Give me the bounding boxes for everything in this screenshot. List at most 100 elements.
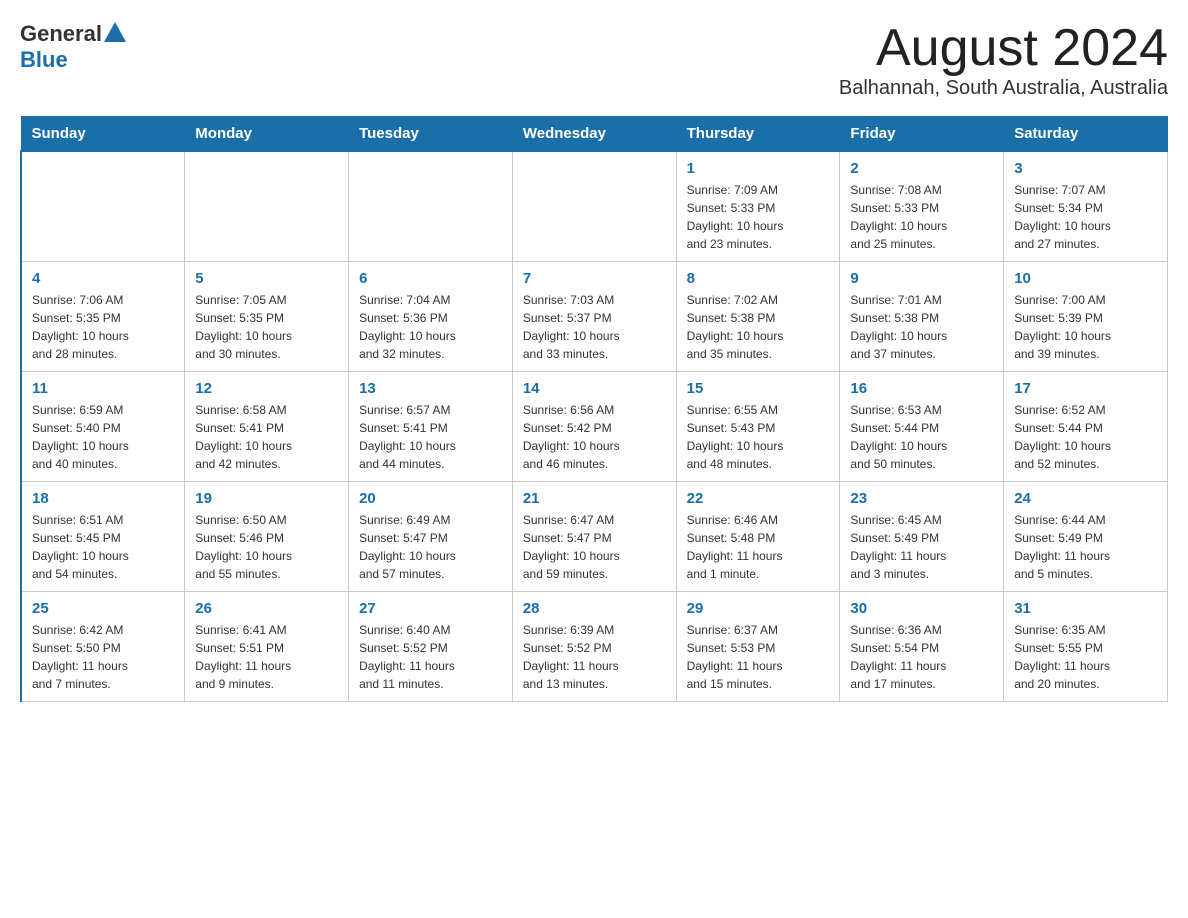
logo-blue-text: Blue <box>20 47 68 73</box>
calendar-cell: 17 Sunrise: 6:52 AM Sunset: 5:44 PM Dayli… <box>1004 372 1168 482</box>
day-number: 7 <box>523 270 666 287</box>
day-info: Sunrise: 6:59 AM Sunset: 5:40 PM Dayligh… <box>32 401 174 473</box>
calendar-cell: 31Sunrise: 6:35 AM Sunset: 5:55 PM Dayli… <box>1004 592 1168 702</box>
weekday-header-sunday: Sunday <box>21 117 185 152</box>
day-info: Sunrise: 6:57 AM Sunset: 5:41 PM Dayligh… <box>359 401 502 473</box>
day-info: Sunrise: 6:58 AM Sunset: 5:41 PM Dayligh… <box>195 401 338 473</box>
weekday-header-friday: Friday <box>840 117 1004 152</box>
calendar-title: August 2024 <box>839 20 1168 77</box>
calendar-cell: 3Sunrise: 7:07 AM Sunset: 5:34 PM Daylig… <box>1004 151 1168 262</box>
day-number: 15 <box>687 380 830 397</box>
day-number: 24 <box>1014 490 1157 507</box>
calendar-week-4: 18 Sunrise: 6:51 AM Sunset: 5:45 PM Dayli… <box>21 482 1168 592</box>
calendar-cell: 14Sunrise: 6:56 AM Sunset: 5:42 PM Dayli… <box>512 372 676 482</box>
weekday-header-tuesday: Tuesday <box>349 117 513 152</box>
calendar-cell <box>512 151 676 262</box>
calendar-cell: 22 Sunrise: 6:46 AM Sunset: 5:48 PM Dayli… <box>676 482 840 592</box>
calendar-cell: 10Sunrise: 7:00 AM Sunset: 5:39 PM Dayli… <box>1004 262 1168 372</box>
weekday-header-thursday: Thursday <box>676 117 840 152</box>
calendar-table: SundayMondayTuesdayWednesdayThursdayFrid… <box>20 116 1168 702</box>
day-info: Sunrise: 6:52 AM Sunset: 5:44 PM Dayligh… <box>1014 401 1157 473</box>
calendar-week-5: 25 Sunrise: 6:42 AM Sunset: 5:50 PM Dayli… <box>21 592 1168 702</box>
calendar-cell: 25 Sunrise: 6:42 AM Sunset: 5:50 PM Dayli… <box>21 592 185 702</box>
day-info: Sunrise: 6:46 AM Sunset: 5:48 PM Dayligh… <box>687 511 830 583</box>
day-info: Sunrise: 7:03 AM Sunset: 5:37 PM Dayligh… <box>523 291 666 363</box>
day-number: 29 <box>687 600 830 617</box>
day-info: Sunrise: 7:08 AM Sunset: 5:33 PM Dayligh… <box>850 181 993 253</box>
day-info: Sunrise: 7:09 AM Sunset: 5:33 PM Dayligh… <box>687 181 830 253</box>
day-info: Sunrise: 6:44 AM Sunset: 5:49 PM Dayligh… <box>1014 511 1157 583</box>
day-number: 26 <box>195 600 338 617</box>
day-info: Sunrise: 6:50 AM Sunset: 5:46 PM Dayligh… <box>195 511 338 583</box>
day-info: Sunrise: 6:41 AM Sunset: 5:51 PM Dayligh… <box>195 621 338 693</box>
day-info: Sunrise: 6:55 AM Sunset: 5:43 PM Dayligh… <box>687 401 830 473</box>
weekday-header-monday: Monday <box>185 117 349 152</box>
calendar-week-2: 4 Sunrise: 7:06 AM Sunset: 5:35 PM Daylig… <box>21 262 1168 372</box>
calendar-cell: 28Sunrise: 6:39 AM Sunset: 5:52 PM Dayli… <box>512 592 676 702</box>
day-info: Sunrise: 7:02 AM Sunset: 5:38 PM Dayligh… <box>687 291 830 363</box>
day-number: 16 <box>850 380 993 397</box>
day-info: Sunrise: 6:47 AM Sunset: 5:47 PM Dayligh… <box>523 511 666 583</box>
day-info: Sunrise: 7:00 AM Sunset: 5:39 PM Dayligh… <box>1014 291 1157 363</box>
day-number: 5 <box>195 270 338 287</box>
day-number: 19 <box>195 490 338 507</box>
calendar-cell: 18 Sunrise: 6:51 AM Sunset: 5:45 PM Dayli… <box>21 482 185 592</box>
day-number: 11 <box>32 380 174 397</box>
day-number: 20 <box>359 490 502 507</box>
weekday-header-wednesday: Wednesday <box>512 117 676 152</box>
day-info: Sunrise: 6:51 AM Sunset: 5:45 PM Dayligh… <box>32 511 174 583</box>
day-number: 31 <box>1014 600 1157 617</box>
calendar-cell: 15 Sunrise: 6:55 AM Sunset: 5:43 PM Dayli… <box>676 372 840 482</box>
day-info: Sunrise: 6:40 AM Sunset: 5:52 PM Dayligh… <box>359 621 502 693</box>
calendar-cell: 16 Sunrise: 6:53 AM Sunset: 5:44 PM Dayli… <box>840 372 1004 482</box>
logo-general-text: General <box>20 21 102 47</box>
calendar-header: SundayMondayTuesdayWednesdayThursdayFrid… <box>21 117 1168 152</box>
calendar-cell: 1Sunrise: 7:09 AM Sunset: 5:33 PM Daylig… <box>676 151 840 262</box>
day-info: Sunrise: 6:39 AM Sunset: 5:52 PM Dayligh… <box>523 621 666 693</box>
logo-triangle-icon <box>104 22 126 42</box>
calendar-cell: 19 Sunrise: 6:50 AM Sunset: 5:46 PM Dayli… <box>185 482 349 592</box>
day-number: 2 <box>850 160 993 177</box>
calendar-cell: 5Sunrise: 7:05 AM Sunset: 5:35 PM Daylig… <box>185 262 349 372</box>
day-number: 21 <box>523 490 666 507</box>
day-info: Sunrise: 6:53 AM Sunset: 5:44 PM Dayligh… <box>850 401 993 473</box>
calendar-cell <box>349 151 513 262</box>
day-number: 14 <box>523 380 666 397</box>
calendar-week-3: 11 Sunrise: 6:59 AM Sunset: 5:40 PM Dayli… <box>21 372 1168 482</box>
calendar-cell: 21 Sunrise: 6:47 AM Sunset: 5:47 PM Dayli… <box>512 482 676 592</box>
day-number: 8 <box>687 270 830 287</box>
day-info: Sunrise: 7:01 AM Sunset: 5:38 PM Dayligh… <box>850 291 993 363</box>
calendar-cell: 26 Sunrise: 6:41 AM Sunset: 5:51 PM Dayli… <box>185 592 349 702</box>
day-number: 9 <box>850 270 993 287</box>
calendar-cell: 30Sunrise: 6:36 AM Sunset: 5:54 PM Dayli… <box>840 592 1004 702</box>
calendar-cell: 29Sunrise: 6:37 AM Sunset: 5:53 PM Dayli… <box>676 592 840 702</box>
calendar-title-area: August 2024 Balhannah, South Australia, … <box>839 20 1168 100</box>
calendar-cell: 20Sunrise: 6:49 AM Sunset: 5:47 PM Dayli… <box>349 482 513 592</box>
day-number: 22 <box>687 490 830 507</box>
calendar-cell: 9 Sunrise: 7:01 AM Sunset: 5:38 PM Daylig… <box>840 262 1004 372</box>
calendar-cell: 24 Sunrise: 6:44 AM Sunset: 5:49 PM Dayli… <box>1004 482 1168 592</box>
calendar-cell <box>21 151 185 262</box>
day-number: 18 <box>32 490 174 507</box>
calendar-cell: 12 Sunrise: 6:58 AM Sunset: 5:41 PM Dayli… <box>185 372 349 482</box>
day-info: Sunrise: 7:06 AM Sunset: 5:35 PM Dayligh… <box>32 291 174 363</box>
day-number: 25 <box>32 600 174 617</box>
calendar-cell: 8 Sunrise: 7:02 AM Sunset: 5:38 PM Daylig… <box>676 262 840 372</box>
day-number: 30 <box>850 600 993 617</box>
calendar-cell: 4 Sunrise: 7:06 AM Sunset: 5:35 PM Daylig… <box>21 262 185 372</box>
calendar-cell: 11 Sunrise: 6:59 AM Sunset: 5:40 PM Dayli… <box>21 372 185 482</box>
calendar-cell: 6Sunrise: 7:04 AM Sunset: 5:36 PM Daylig… <box>349 262 513 372</box>
day-number: 13 <box>359 380 502 397</box>
logo: General Blue <box>20 20 126 73</box>
day-number: 3 <box>1014 160 1157 177</box>
calendar-cell: 2 Sunrise: 7:08 AM Sunset: 5:33 PM Daylig… <box>840 151 1004 262</box>
day-number: 4 <box>32 270 174 287</box>
weekday-header-row: SundayMondayTuesdayWednesdayThursdayFrid… <box>21 117 1168 152</box>
day-number: 6 <box>359 270 502 287</box>
calendar-subtitle: Balhannah, South Australia, Australia <box>839 77 1168 100</box>
day-info: Sunrise: 6:42 AM Sunset: 5:50 PM Dayligh… <box>32 621 174 693</box>
day-number: 17 <box>1014 380 1157 397</box>
day-info: Sunrise: 6:45 AM Sunset: 5:49 PM Dayligh… <box>850 511 993 583</box>
day-number: 12 <box>195 380 338 397</box>
calendar-cell: 13 Sunrise: 6:57 AM Sunset: 5:41 PM Dayli… <box>349 372 513 482</box>
